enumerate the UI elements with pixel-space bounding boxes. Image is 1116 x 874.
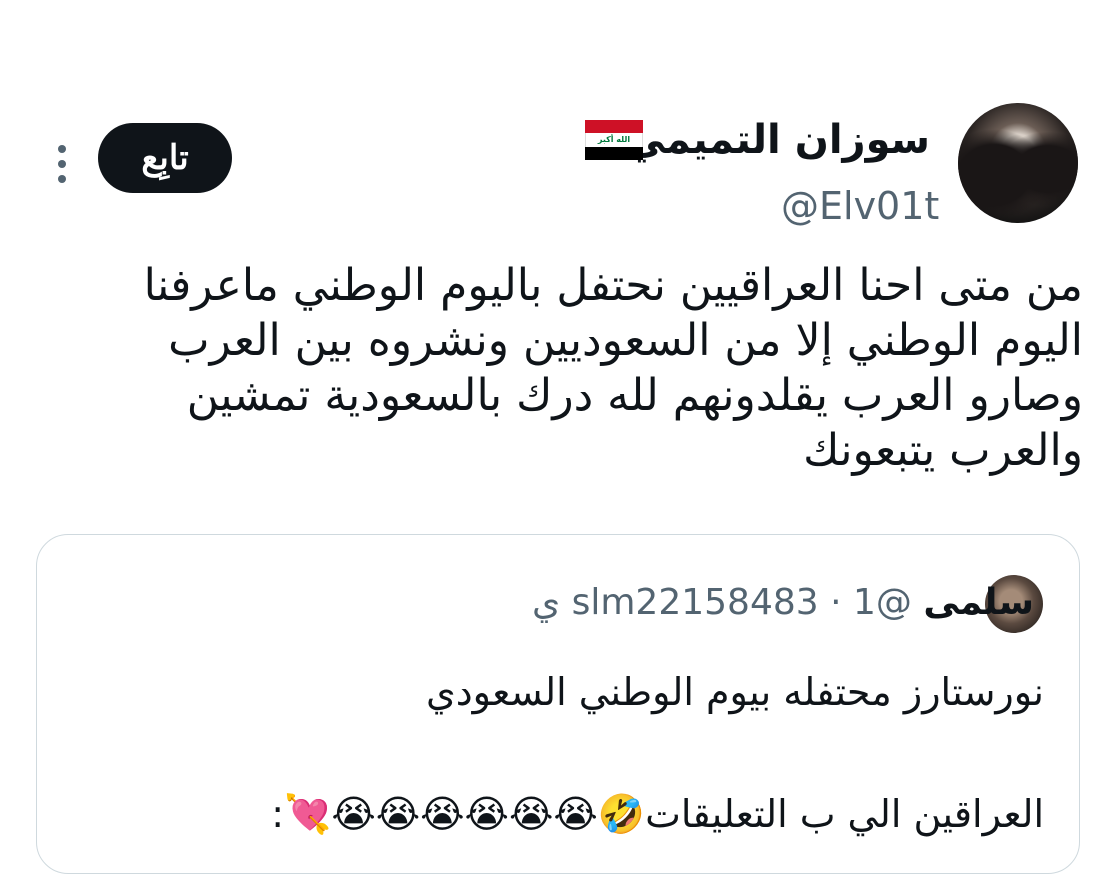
author-display-name[interactable]: سوزان التميمي (625, 116, 930, 164)
quoted-tweet-header: سلمى @slm22158483 · 1 ي (532, 580, 1034, 626)
follow-button[interactable]: تابِع (98, 123, 232, 193)
more-vertical-icon[interactable] (52, 145, 72, 189)
tweet-line: من متى احنا العراقيين نحتفل باليوم الوطن… (143, 260, 1083, 311)
author-handle[interactable]: @Elv01t (781, 183, 939, 229)
avatar-image (958, 103, 1078, 223)
quoted-tweet-line: نورستارز محتفله بيوم الوطني السعودي (425, 670, 1044, 714)
author-avatar[interactable] (958, 103, 1078, 223)
quoted-author-name[interactable]: سلمى (923, 582, 1034, 623)
quoted-tweet-line: العراقين الي ب التعليقات🤣😭😭😭😭😭😭💘: (271, 792, 1044, 836)
tweet-line: وصارو العرب يقلدونهم لله درك بالسعودية ت… (186, 370, 1083, 421)
tweet-line: والعرب يتبعونك (803, 425, 1083, 476)
tweet-text: من متى احنا العراقيين نحتفل باليوم الوطن… (83, 258, 1083, 478)
flag-label: الله أكبر (597, 134, 631, 144)
quoted-author-handle-time: @slm22158483 · 1 ي (531, 582, 912, 623)
tweet-line: اليوم الوطني إلا من السعوديين ونشروه بين… (168, 315, 1083, 366)
iraq-flag-icon: الله أكبر (585, 120, 643, 160)
